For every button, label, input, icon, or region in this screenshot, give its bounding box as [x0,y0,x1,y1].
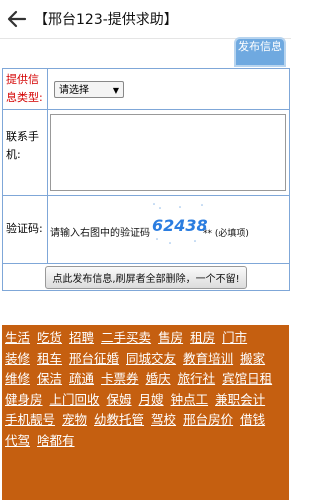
type-select[interactable]: 请选择 ▼ [54,81,124,98]
category-link[interactable]: 保洁 [37,370,62,389]
category-link[interactable]: 旅行社 [178,370,216,389]
category-link[interactable]: 借钱 [240,411,265,430]
category-link[interactable]: 婚庆 [146,370,171,389]
category-link[interactable]: 租车 [37,350,62,369]
type-label: 提供信息类型: [3,69,48,109]
category-link[interactable]: 健身房 [5,391,43,410]
captcha-image[interactable]: 62438 [150,199,210,247]
category-link[interactable]: 月嫂 [139,391,164,410]
type-select-value: 请选择 [59,85,89,96]
category-link[interactable]: 啥都有 [37,432,75,451]
captcha-row: 验证码: 请输入右图中的验证码 62438 ** (必填项) [3,196,289,264]
category-link[interactable]: 门市 [222,329,247,348]
category-link[interactable]: 搬家 [240,350,265,369]
category-link[interactable]: 同城交友 [126,350,176,369]
category-link[interactable]: 宾馆日租 [222,370,272,389]
category-link[interactable]: 上门回收 [50,391,100,410]
phone-label: 联系手机: [3,110,48,195]
category-panel: 生活 吃货 招聘 二手买卖 售房 租房 门市装修 租车 邢台征婚 同城交友 教育培训 搬家维修 保洁 疏通… [2,325,289,500]
category-link[interactable]: 疏通 [69,370,94,389]
phone-row: 联系手机: [3,110,289,196]
back-arrow-icon[interactable] [6,8,28,30]
category-link[interactable]: 生活 [5,329,30,348]
submit-button[interactable]: 点此发布信息,刷屏者全部删除，一个不留! [45,265,247,289]
category-link[interactable]: 兼职会计 [215,391,265,410]
type-row: 提供信息类型: 请选择 ▼ [3,69,289,110]
required-hint: ** (必填项) [203,229,249,239]
category-link[interactable]: 手机靓号 [5,411,55,430]
captcha-code: 62438 [152,216,208,235]
category-link[interactable]: 邢台房价 [183,411,233,430]
page-title: 【邢台123-提供求助】 [34,12,178,28]
category-link[interactable]: 卡票券 [101,370,139,389]
publish-button[interactable]: 发布信息 [234,37,286,67]
category-link[interactable]: 教育培训 [183,350,233,369]
category-link[interactable]: 幼教托管 [94,411,144,430]
post-form: 提供信息类型: 请选择 ▼ 联系手机: 验证码: 请输入右图中的验证码 6243… [2,68,290,291]
category-link[interactable]: 邢台征婚 [69,350,119,369]
category-link[interactable]: 吃货 [37,329,62,348]
category-link[interactable]: 招聘 [69,329,94,348]
category-link[interactable]: 装修 [5,350,30,369]
top-bar: 【邢台123-提供求助】 [0,0,291,39]
category-link[interactable]: 租房 [190,329,215,348]
category-link[interactable]: 驾校 [151,411,176,430]
captcha-label: 验证码: [3,196,48,263]
phone-input[interactable] [50,114,286,191]
submit-row: 点此发布信息,刷屏者全部删除，一个不留! [3,264,289,290]
category-link[interactable]: 售房 [158,329,183,348]
category-link[interactable]: 保姆 [107,391,132,410]
category-link[interactable]: 代驾 [5,432,30,451]
category-link[interactable]: 钟点工 [171,391,209,410]
category-link[interactable]: 宠物 [62,411,87,430]
dropdown-arrow-icon: ▼ [112,86,119,95]
category-link[interactable]: 维修 [5,370,30,389]
captcha-prompt: 请输入右图中的验证码 [50,228,150,239]
category-link[interactable]: 二手买卖 [101,329,151,348]
